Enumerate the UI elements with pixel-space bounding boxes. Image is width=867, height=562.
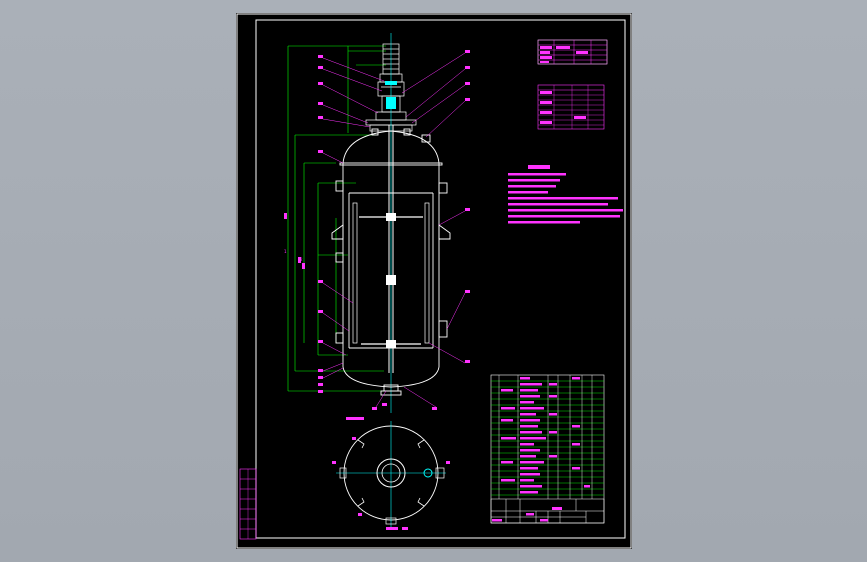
drawing-sheet[interactable]: 1 2: [236, 13, 632, 549]
vessel-plan-view[interactable]: [332, 417, 450, 530]
parts-list[interactable]: [490, 374, 605, 524]
inner-border: [255, 19, 626, 539]
drawing-canvas[interactable]: 1 2: [236, 13, 632, 549]
technical-notes: [508, 165, 623, 224]
tech-table[interactable]: [537, 39, 608, 65]
nozzle-table[interactable]: [537, 84, 605, 130]
vessel-elevation[interactable]: [284, 33, 470, 413]
cad-viewport[interactable]: 1 2: [0, 0, 867, 562]
dim-text-overall: 1: [284, 249, 287, 254]
dim-text-height: 2: [300, 257, 303, 262]
side-strip: [239, 468, 257, 540]
